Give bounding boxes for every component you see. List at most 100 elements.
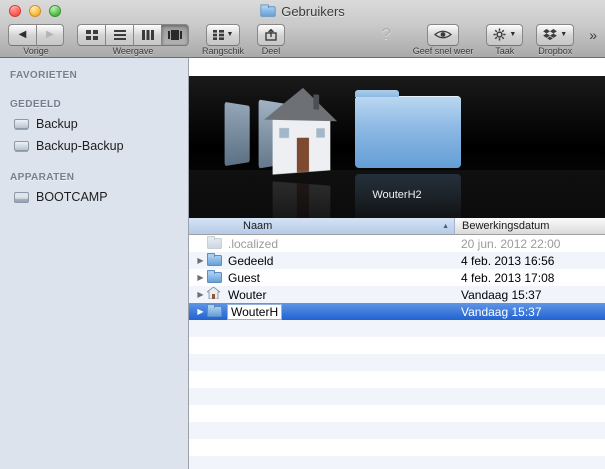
coverflow-selected-folder-icon[interactable] [355,90,461,168]
dropbox-group: ▼ Dropbox [536,23,575,56]
folder-icon [207,253,222,266]
folder-icon [207,304,222,317]
disclosure-triangle-icon[interactable]: ▶ [194,307,207,316]
icon-view-button[interactable] [77,23,105,46]
gear-icon [493,28,506,41]
file-row[interactable]: ▶ Gedeeld 4 feb. 2013 16:56 [189,252,605,269]
sidebar-item-label: Backup-Backup [36,139,124,153]
sort-ascending-icon: ▲ [442,222,449,230]
file-name[interactable]: Guest [228,271,260,285]
window-title-area: Gebruikers [260,4,345,19]
window-chrome: Gebruikers ◀ ▶ Vorige Weergave ▼ Rangsch… [0,0,605,58]
file-row[interactable]: ▶ Guest 4 feb. 2013 17:08 [189,269,605,286]
file-row[interactable]: .localized 20 jun. 2012 22:00 [189,235,605,252]
file-row[interactable]: ▶ Wouter Vandaag 15:37 [189,286,605,303]
view-label: Weergave [112,46,154,56]
arrange-label: Rangschik [202,46,245,56]
window-body: FAVORIETEN GEDEELD Backup Backup-Backup APPA… [0,58,605,469]
share-label: Deel [261,46,281,56]
chevron-down-icon: ▼ [560,31,568,38]
traffic-lights [9,5,61,17]
column-header-naam-label: Naam [243,220,273,232]
file-date: 4 feb. 2013 16:56 [461,253,555,268]
dropbox-icon [543,28,558,40]
coverflow-reflection [262,172,338,218]
column-view-button[interactable] [133,23,161,46]
share-button[interactable] [257,23,286,46]
back-icon: ◀ [18,29,27,40]
coverflow-selected-label: WouterH2 [372,189,422,201]
share-group: Deel [257,23,286,56]
toolbar: ◀ ▶ Vorige Weergave ▼ Rangschik Deel ? G… [0,22,605,57]
file-date: Vandaag 15:37 [461,304,542,319]
arrange-button[interactable]: ▼ [205,23,241,46]
rename-field[interactable]: WouterH [228,304,282,319]
list-view-icon [113,29,126,40]
window-title: Gebruikers [281,3,345,19]
file-name[interactable]: Wouter [228,288,266,302]
column-header-bewerkingsdatum[interactable]: Bewerkingsdatum [455,218,605,234]
eye-icon [434,30,453,39]
forward-icon: ▶ [46,29,54,40]
file-date: Vandaag 15:37 [461,287,542,302]
chevron-down-icon: ▼ [509,31,517,38]
display-icon [14,119,29,129]
view-group: Weergave [77,23,189,56]
disclosure-triangle-icon[interactable]: ▶ [194,273,207,282]
arrange-icon [212,29,224,40]
close-button[interactable] [9,5,21,17]
folder-icon [207,270,222,283]
file-list: .localized 20 jun. 2012 22:00 ▶ Gedeeld 4 fe… [189,235,605,320]
sidebar-section-header: GEDEELD [10,99,62,110]
grid-view-icon [85,29,98,40]
content-top-gap [189,58,605,76]
action-label: Taak [495,46,515,56]
column-view-icon [141,29,154,40]
folder-icon [207,236,222,249]
quicklook-button[interactable] [427,23,460,46]
share-icon [265,28,277,41]
minimize-button[interactable] [29,5,41,17]
coverflow-view-button[interactable] [161,23,189,46]
sidebar-item-backup[interactable]: Backup [0,113,188,135]
sidebar-item-bootcamp[interactable]: BOOTCAMP [0,186,188,208]
disclosure-triangle-icon[interactable]: ▶ [194,256,207,265]
forward-button[interactable]: ▶ [36,23,64,46]
folder-icon [260,3,276,17]
titlebar[interactable]: Gebruikers [0,0,605,22]
sidebar-item-backup-backup[interactable]: Backup-Backup [0,135,188,157]
harddisk-icon [14,191,29,203]
coverflow-home-folder-icon[interactable] [262,80,338,183]
action-button[interactable]: ▼ [486,23,524,46]
list-view-button[interactable] [105,23,133,46]
sidebar-section-header: APPARATEN [10,172,75,183]
action-group: ▼ Taak [486,23,524,56]
file-name[interactable]: .localized [228,237,278,251]
coverflow-view[interactable]: WouterH2 [189,76,605,218]
file-row[interactable]: ▶ WouterH Vandaag 15:37 [189,303,605,320]
file-name[interactable]: Gedeeld [228,254,273,268]
file-date: 20 jun. 2012 22:00 [461,236,561,251]
toolbar-overflow-icon[interactable]: » [587,27,597,43]
quicklook-group: Geef snel weer [412,23,474,56]
finder-window: Gebruikers ◀ ▶ Vorige Weergave ▼ Rangsch… [0,0,605,469]
sidebar: FAVORIETEN GEDEELD Backup Backup-Backup APPA… [0,58,189,469]
column-header-naam[interactable]: Naam ▲ [189,218,455,234]
help-icon[interactable]: ? [378,26,395,44]
display-icon [14,141,29,151]
zoom-button[interactable] [49,5,61,17]
column-header-bewerkingsdatum-label: Bewerkingsdatum [462,220,550,232]
content-area: WouterH2 Naam ▲ Bewerkingsdatum .localiz… [189,58,605,469]
dropbox-label: Dropbox [538,46,573,56]
disclosure-triangle-icon[interactable]: ▶ [194,290,207,299]
quicklook-label: Geef snel weer [412,46,474,56]
sidebar-section-header: FAVORIETEN [10,70,78,81]
list-header: Naam ▲ Bewerkingsdatum [189,218,605,235]
back-button[interactable]: ◀ [8,23,36,46]
empty-rows-area [189,320,605,469]
coverflow-view-icon [168,29,182,40]
dropbox-button[interactable]: ▼ [536,23,575,46]
home-folder-icon [207,287,222,300]
coverflow-folder-icon[interactable] [224,101,250,167]
help-group: ? [378,23,395,46]
